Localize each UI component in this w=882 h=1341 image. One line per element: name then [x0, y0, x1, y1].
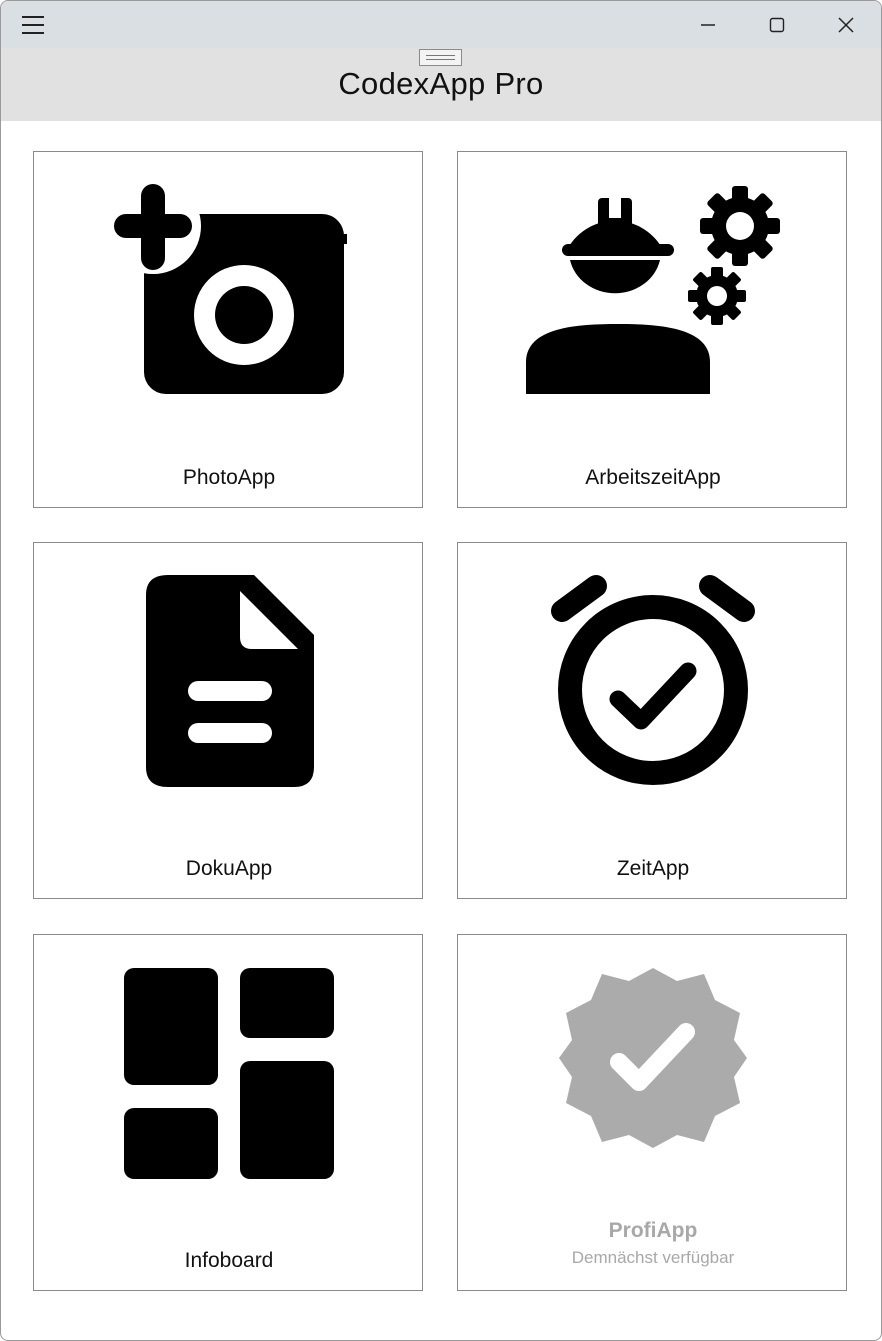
dashboard-icon — [34, 935, 424, 1225]
tile-label: ProfiApp — [608, 1219, 698, 1242]
maximize-icon — [769, 17, 784, 32]
close-button[interactable] — [811, 1, 880, 48]
tile-label: ZeitApp — [616, 857, 690, 880]
tile-arbeitszeitapp[interactable]: ArbeitszeitApp — [457, 151, 847, 508]
document-icon — [34, 543, 424, 833]
app-title: CodexApp Pro — [338, 66, 544, 101]
minimize-icon — [700, 23, 715, 26]
tile-label: PhotoApp — [182, 466, 276, 489]
camera-add-icon — [34, 152, 424, 442]
app-header: CodexApp Pro — [1, 48, 881, 121]
alarm-clock-check-icon — [458, 543, 848, 833]
title-bar[interactable] — [1, 1, 881, 48]
tile-label: ArbeitszeitApp — [585, 466, 721, 489]
tile-photoapp[interactable]: PhotoApp — [33, 151, 423, 508]
close-icon — [837, 16, 854, 33]
app-window: CodexApp Pro PhotoApp ArbeitszeitApp Dok… — [0, 0, 882, 1341]
tile-label: DokuApp — [185, 857, 273, 880]
tile-zeitapp[interactable]: ZeitApp — [457, 542, 847, 899]
minimize-button[interactable] — [673, 1, 742, 48]
verified-badge-icon — [458, 935, 848, 1225]
tile-infoboard[interactable]: Infoboard — [33, 934, 423, 1291]
tile-dokuapp[interactable]: DokuApp — [33, 542, 423, 899]
maximize-button[interactable] — [742, 1, 811, 48]
tile-profiapp[interactable]: ProfiApp Demnächst verfügbar — [457, 934, 847, 1291]
drag-handle-icon[interactable] — [419, 49, 462, 66]
worker-gears-icon — [458, 152, 848, 442]
menu-icon[interactable] — [11, 7, 55, 43]
tile-sublabel: Demnächst verfügbar — [571, 1248, 735, 1267]
tile-label: Infoboard — [184, 1249, 274, 1272]
